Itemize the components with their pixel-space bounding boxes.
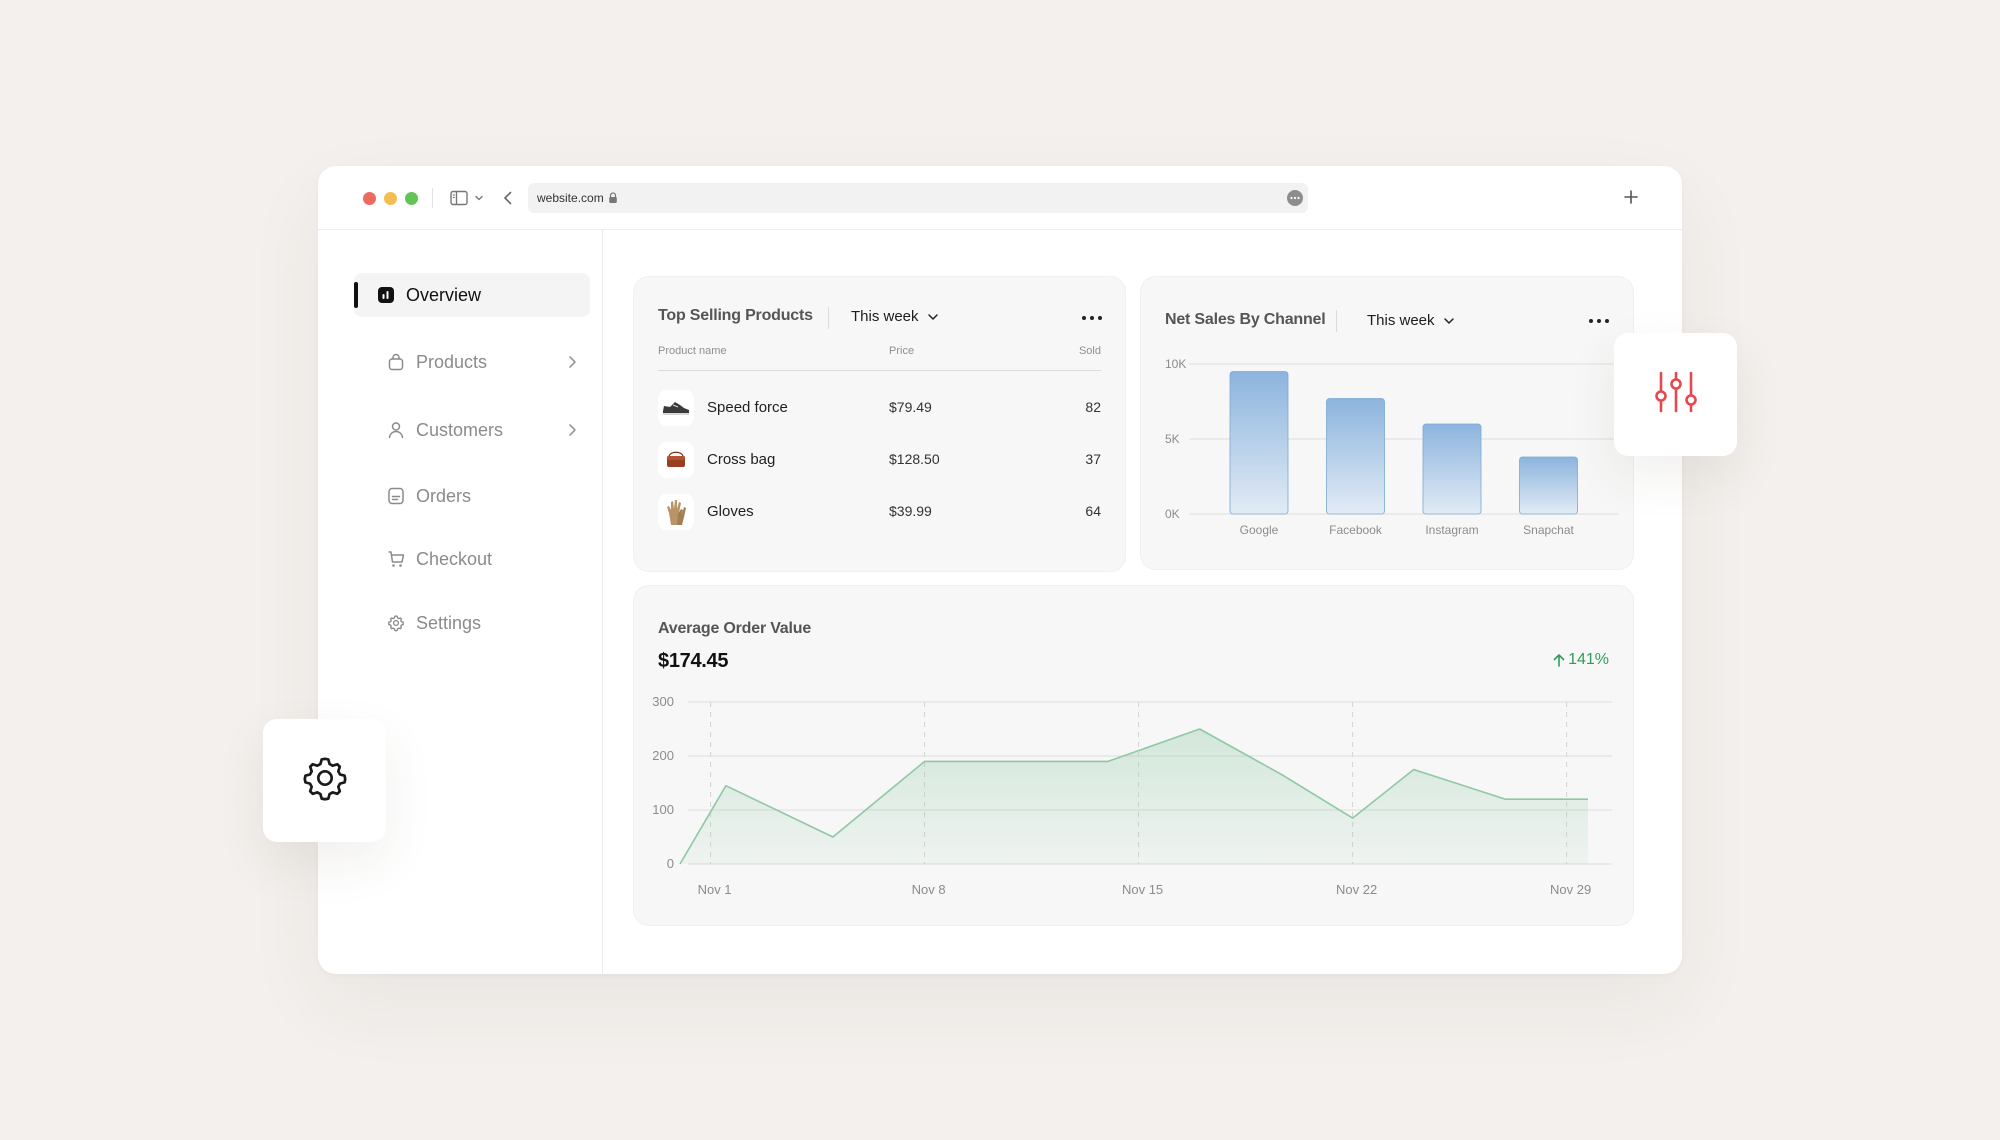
table-row[interactable]: Cross bag $128.50 37: [658, 440, 1101, 480]
minimize-window-button[interactable]: [384, 192, 397, 205]
product-sold: 82: [1085, 399, 1101, 415]
card-title: Top Selling Products: [658, 307, 813, 324]
chevron-right-icon: [562, 352, 582, 372]
average-order-area-chart: 0 100 200 300 Nov 1 Nov 8 Nov 15 Nov 22 Nov 29: [652, 694, 1612, 897]
sidebar-item-label: Orders: [416, 485, 472, 506]
back-arrow-icon[interactable]: [498, 187, 518, 209]
x-tick-label: Snapchat: [1523, 523, 1574, 537]
chart-square-icon: [376, 285, 396, 305]
top-selling-products-card: Top Selling Products This week Product n…: [633, 276, 1126, 572]
x-tick-label: Google: [1240, 523, 1279, 537]
x-tick-label: Facebook: [1329, 523, 1383, 537]
sneaker-icon: [658, 390, 694, 426]
product-name: Gloves: [707, 503, 754, 520]
x-tick-label: Nov 29: [1550, 882, 1591, 897]
sidebar-item-overview[interactable]: Overview: [354, 273, 590, 317]
product-price: $128.50: [889, 451, 940, 467]
browser-toolbar: website.com: [318, 166, 1682, 230]
product-sold: 37: [1085, 451, 1101, 467]
bar: [1422, 423, 1482, 515]
area-fill: [680, 729, 1588, 864]
floating-settings-tile[interactable]: [263, 719, 386, 842]
document-icon: [386, 486, 406, 506]
y-tick-label: 300: [652, 694, 674, 709]
sidebar-item-checkout[interactable]: Checkout: [368, 537, 590, 581]
sidebar-toggle-icon[interactable]: [448, 187, 470, 209]
title-divider: [828, 307, 829, 329]
sidebar-item-products[interactable]: Products: [368, 340, 590, 384]
sidebar-item-orders[interactable]: Orders: [368, 474, 590, 518]
bar: [1519, 456, 1578, 515]
bag-product-icon: [658, 442, 694, 478]
table-row[interactable]: Speed force $79.49 82: [658, 388, 1101, 428]
bar: [1326, 398, 1385, 515]
y-tick-label: 0K: [1165, 507, 1180, 521]
gear-icon: [386, 613, 406, 633]
page-options-icon[interactable]: [1286, 189, 1304, 210]
chevron-down-icon[interactable]: [472, 187, 486, 209]
close-window-button[interactable]: [363, 192, 376, 205]
chevron-down-icon: [927, 313, 939, 321]
sidebar-item-label: Settings: [416, 612, 482, 633]
more-options-icon[interactable]: [1082, 316, 1102, 320]
cart-icon: [386, 549, 406, 569]
period-dropdown[interactable]: This week: [851, 308, 939, 325]
x-tick-label: Instagram: [1425, 523, 1478, 537]
address-bar[interactable]: website.com: [528, 183, 1308, 213]
period-label: This week: [851, 308, 919, 325]
sidebar-item-settings[interactable]: Settings: [368, 601, 590, 645]
sidebar-item-customers[interactable]: Customers: [368, 408, 590, 452]
sliders-icon: [1653, 369, 1699, 420]
floating-filter-tile[interactable]: [1614, 333, 1737, 456]
y-tick-label: 10K: [1165, 357, 1186, 371]
new-tab-plus-icon[interactable]: [1622, 188, 1640, 206]
header-divider: [658, 370, 1101, 371]
average-order-value-card: Average Order Value $174.45 141% 0 100 200…: [633, 585, 1634, 926]
product-price: $79.49: [889, 399, 932, 415]
lock-icon: [608, 192, 618, 204]
gloves-icon: [658, 494, 694, 530]
toolbar-divider: [432, 188, 433, 208]
y-tick-label: 200: [652, 748, 674, 763]
sidebar-item-label: Overview: [406, 284, 482, 305]
user-icon: [386, 420, 406, 440]
chevron-right-icon: [562, 420, 582, 440]
maximize-window-button[interactable]: [405, 192, 418, 205]
product-sold: 64: [1085, 503, 1101, 519]
x-tick-label: Nov 22: [1336, 882, 1377, 897]
net-sales-bar-chart: 0K 5K 10K Google Facebook Instagram Snapchat: [1165, 357, 1619, 537]
url-text: website.com: [537, 191, 604, 205]
bag-icon: [386, 352, 406, 372]
sidebar: Overview Products Customers Orders Check…: [318, 230, 603, 974]
bar: [1229, 371, 1289, 515]
x-tick-label: Nov 8: [912, 882, 946, 897]
y-tick-label: 5K: [1165, 432, 1180, 446]
browser-window: website.com Overview Products Customers …: [318, 166, 1682, 974]
product-name: Cross bag: [707, 451, 776, 468]
net-sales-card: Net Sales By Channel This week 0K 5K 10K Go…: [1140, 276, 1634, 570]
sidebar-item-label: Checkout: [416, 548, 493, 569]
x-tick-label: Nov 15: [1122, 882, 1163, 897]
product-name: Speed force: [707, 399, 788, 416]
y-tick-label: 100: [652, 802, 674, 817]
table-row[interactable]: Gloves $39.99 64: [658, 492, 1101, 532]
column-header-price: Price: [889, 345, 915, 357]
y-tick-label: 0: [667, 856, 674, 871]
x-tick-label: Nov 1: [698, 882, 732, 897]
sidebar-item-label: Products: [416, 351, 488, 372]
column-header-name: Product name: [658, 345, 727, 357]
product-price: $39.99: [889, 503, 932, 519]
gear-icon: [300, 753, 350, 808]
column-header-sold: Sold: [1078, 345, 1101, 357]
sidebar-item-label: Customers: [416, 419, 504, 440]
